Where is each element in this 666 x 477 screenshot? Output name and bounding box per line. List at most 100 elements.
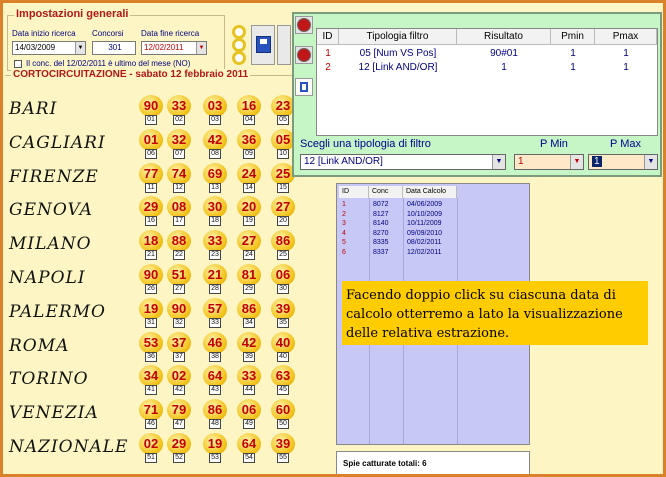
number-bulb[interactable]: 02 51	[139, 433, 163, 463]
extra-tool-button[interactable]	[277, 25, 291, 65]
number-bulb[interactable]: 06 30	[271, 264, 295, 294]
save-button[interactable]	[251, 25, 275, 65]
number-bulb[interactable]: 74 12	[167, 162, 191, 193]
filter-cell-result[interactable]: 90#01	[457, 47, 551, 60]
chevron-down-icon[interactable]: ▼	[570, 155, 583, 169]
filter-cell-pmin[interactable]: 1	[551, 61, 595, 74]
result-cell-conc[interactable]: 8270	[373, 229, 389, 238]
number-bulb[interactable]: 27 24	[237, 230, 261, 261]
filter-header-id[interactable]: ID	[317, 29, 339, 45]
number-bulb[interactable]: 90 01	[139, 95, 163, 125]
number-bulb[interactable]: 29 52	[167, 433, 191, 463]
number-bulb[interactable]: 40 40	[271, 331, 295, 362]
chevron-down-icon[interactable]: ▼	[492, 155, 505, 169]
filter-cell-result[interactable]: 1	[457, 61, 551, 74]
chevron-down-icon[interactable]: ▼	[196, 42, 206, 54]
number-bulb[interactable]: 51 27	[167, 264, 191, 294]
number-bulb[interactable]: 27 20	[271, 196, 295, 227]
number-bulb[interactable]: 64 54	[237, 433, 261, 463]
number-bulb[interactable]: 29 16	[139, 196, 163, 227]
chevron-down-icon[interactable]: ▼	[75, 42, 85, 54]
number-bulb[interactable]: 03 03	[203, 95, 227, 125]
filter-cell-pmin[interactable]: 1	[551, 47, 595, 60]
chevron-down-icon[interactable]: ▼	[644, 155, 657, 169]
number-bulb[interactable]: 90 26	[139, 264, 163, 294]
result-cell-date[interactable]: 08/02/2011	[407, 238, 442, 247]
number-bulb[interactable]: 01 06	[139, 128, 163, 159]
number-bulb[interactable]: 24 14	[237, 162, 261, 193]
result-cell-conc[interactable]: 8072	[373, 200, 389, 209]
delete-filter-button[interactable]	[295, 78, 313, 96]
number-bulb[interactable]: 19 31	[139, 297, 163, 328]
result-cell-id[interactable]: 5	[342, 238, 346, 247]
number-bulb[interactable]: 33 23	[203, 230, 227, 261]
number-bulb[interactable]: 30 18	[203, 196, 227, 227]
pmax-select[interactable]: 1 ▼	[588, 154, 658, 170]
filter-cell-pmax[interactable]: 1	[595, 61, 657, 74]
number-bulb[interactable]: 37 37	[167, 331, 191, 362]
results-header-date[interactable]: Data Calcolo	[403, 186, 457, 198]
filter-cell-id[interactable]: 1	[317, 47, 339, 60]
filter-cell-pmax[interactable]: 1	[595, 47, 657, 60]
filter-header-type[interactable]: Tipologia filtro	[339, 29, 457, 45]
filter-cell-type[interactable]: 12 [Link AND/OR]	[339, 61, 457, 74]
result-cell-id[interactable]: 6	[342, 248, 346, 257]
start-date-field[interactable]: 14/03/2009 ▼	[12, 41, 86, 55]
end-date-field[interactable]: 12/02/2011 ▼	[141, 41, 207, 55]
number-bulb[interactable]: 34 41	[139, 365, 163, 396]
number-bulb[interactable]: 63 45	[271, 365, 295, 396]
result-cell-conc[interactable]: 8140	[373, 219, 389, 228]
results-header-id[interactable]: ID	[339, 186, 369, 198]
number-bulb[interactable]: 08 17	[167, 196, 191, 227]
result-cell-id[interactable]: 1	[342, 200, 346, 209]
number-bulb[interactable]: 69 13	[203, 162, 227, 193]
number-bulb[interactable]: 79 47	[167, 399, 191, 430]
number-bulb[interactable]: 36 09	[237, 128, 261, 159]
filter-header-pmax[interactable]: Pmax	[595, 29, 657, 45]
results-header-conc[interactable]: Conc	[369, 186, 403, 198]
number-bulb[interactable]: 06 49	[237, 399, 261, 430]
number-bulb[interactable]: 32 07	[167, 128, 191, 159]
number-bulb[interactable]: 20 19	[237, 196, 261, 227]
number-bulb[interactable]: 42 39	[237, 331, 261, 362]
number-bulb[interactable]: 86 34	[237, 297, 261, 328]
result-cell-date[interactable]: 04/06/2009	[407, 200, 442, 209]
filter-header-pmin[interactable]: Pmin	[551, 29, 595, 45]
result-cell-id[interactable]: 4	[342, 229, 346, 238]
number-bulb[interactable]: 21 28	[203, 264, 227, 294]
number-bulb[interactable]: 42 08	[203, 128, 227, 159]
number-bulb[interactable]: 46 38	[203, 331, 227, 362]
result-cell-date[interactable]: 12/02/2011	[407, 248, 442, 257]
number-bulb[interactable]: 39 35	[271, 297, 295, 328]
number-bulb[interactable]: 02 42	[167, 365, 191, 396]
number-bulb[interactable]: 18 21	[139, 230, 163, 261]
pmin-select[interactable]: 1 ▼	[514, 154, 584, 170]
number-bulb[interactable]: 16 04	[237, 95, 261, 125]
number-bulb[interactable]: 88 22	[167, 230, 191, 261]
result-cell-date[interactable]: 09/09/2010	[407, 229, 442, 238]
number-bulb[interactable]: 86 48	[203, 399, 227, 430]
wheels-button[interactable]	[229, 25, 249, 65]
result-cell-date[interactable]: 10/10/2009	[407, 210, 442, 219]
result-cell-id[interactable]: 2	[342, 210, 346, 219]
result-cell-conc[interactable]: 8127	[373, 210, 389, 219]
filter-cell-id[interactable]: 2	[317, 61, 339, 74]
number-bulb[interactable]: 64 43	[203, 365, 227, 396]
number-bulb[interactable]: 77 11	[139, 162, 163, 193]
number-bulb[interactable]: 19 53	[203, 433, 227, 463]
number-bulb[interactable]: 86 25	[271, 230, 295, 261]
filter-header-result[interactable]: Risultato	[457, 29, 551, 45]
number-bulb[interactable]: 33 02	[167, 95, 191, 125]
number-bulb[interactable]: 71 46	[139, 399, 163, 430]
move-down-button[interactable]	[295, 46, 313, 64]
move-up-button[interactable]	[295, 16, 313, 34]
filter-cell-type[interactable]: 05 [Num VS Pos]	[339, 47, 457, 60]
number-bulb[interactable]: 53 36	[139, 331, 163, 362]
count-field[interactable]: 301	[92, 41, 136, 55]
number-bulb[interactable]: 60 50	[271, 399, 295, 430]
number-bulb[interactable]: 33 44	[237, 365, 261, 396]
number-bulb[interactable]: 90 32	[167, 297, 191, 328]
last-of-month-checkbox[interactable]	[14, 60, 22, 68]
filter-type-select[interactable]: 12 [Link AND/OR] ▼	[300, 154, 506, 170]
result-cell-date[interactable]: 10/11/2009	[407, 219, 442, 228]
